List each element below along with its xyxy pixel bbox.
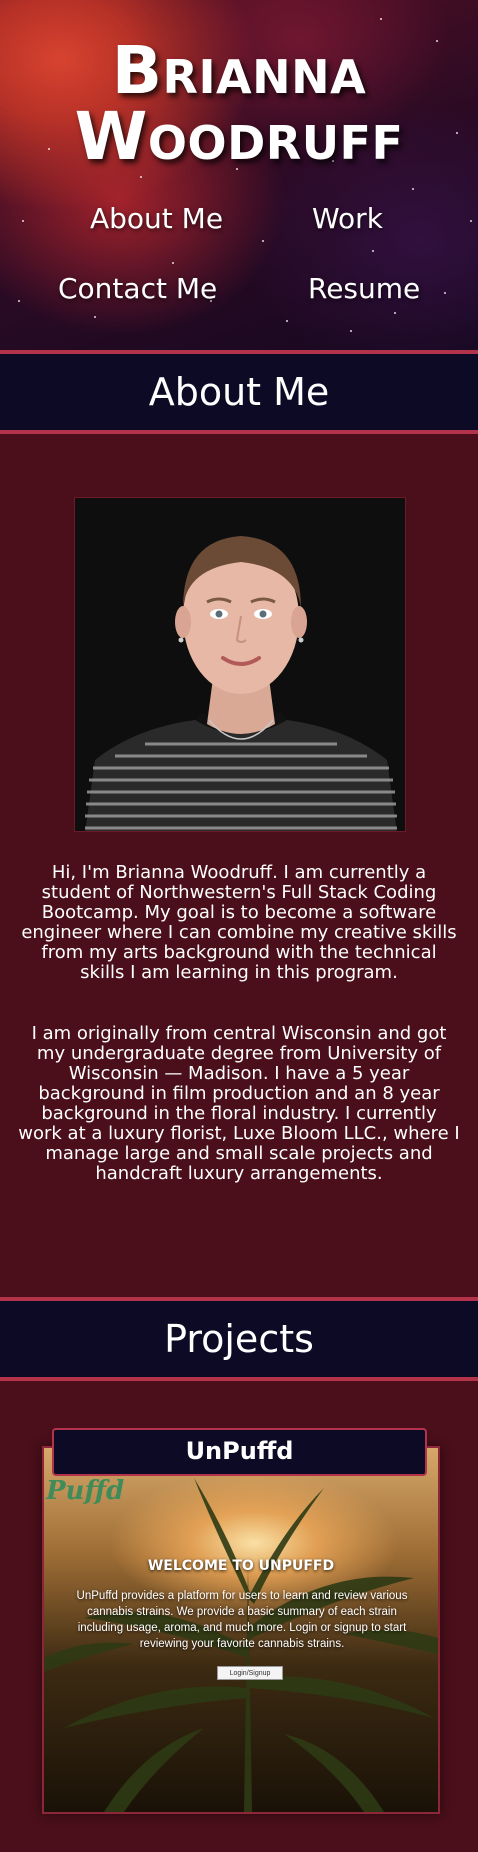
projects-heading: Projects — [164, 1317, 314, 1361]
about-heading: About Me — [148, 370, 330, 414]
unpuffd-description: UnPuffd provides a platform for users to… — [76, 1590, 408, 1650]
project-title: UnPuffd — [185, 1437, 294, 1465]
project-title-bar[interactable]: UnPuffd — [52, 1428, 427, 1476]
nav-resume[interactable]: Resume — [308, 272, 420, 306]
site-title-last: Woodruff — [74, 98, 404, 175]
nav-about-me[interactable]: About Me — [90, 202, 223, 236]
site-title: Brianna Woodruff — [0, 38, 478, 170]
about-banner: About Me — [0, 350, 478, 434]
profile-photo — [74, 497, 406, 832]
bio-paragraph-background: I am originally from central Wisconsin a… — [18, 1023, 460, 1184]
hero-header: Brianna Woodruff About Me Work Contact M… — [0, 0, 478, 350]
projects-banner: Projects — [0, 1297, 478, 1381]
unpuffd-logo: Puffd — [46, 1476, 125, 1506]
project-card-unpuffd[interactable]: Puffd WELCOME TO UNPUFFD UnPuffd provide… — [42, 1446, 440, 1814]
nav-contact-me[interactable]: Contact Me — [58, 272, 217, 306]
unpuffd-login-button[interactable]: Login/Signup — [217, 1666, 283, 1680]
portrait-illustration — [75, 498, 405, 831]
bio-paragraph-intro: Hi, I'm Brianna Woodruff. I am currently… — [21, 862, 457, 983]
nav-work[interactable]: Work — [312, 202, 383, 236]
unpuffd-welcome-heading: WELCOME TO UNPUFFD — [147, 1558, 335, 1574]
